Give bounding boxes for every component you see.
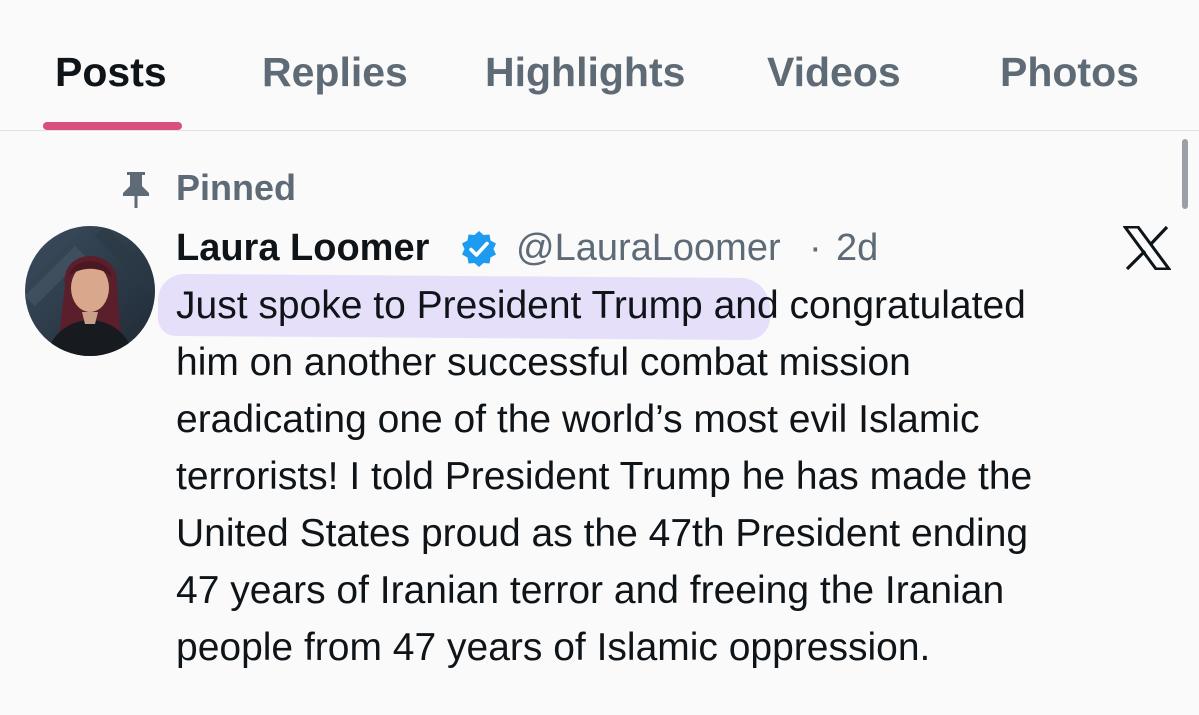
post-body-line: Just spoke to President Trump and congra… — [176, 284, 1026, 327]
post-body-line: 47 years of Iranian terror and freeing t… — [176, 569, 1005, 612]
author-handle[interactable]: @LauraLoomer — [516, 222, 781, 274]
active-tab-indicator — [43, 122, 182, 130]
profile-tab-bar: Posts Replies Highlights Videos Photos — [0, 0, 1199, 131]
post-body-line: United States proud as the 47th Presiden… — [176, 512, 1029, 555]
pinned-label: Pinned — [176, 167, 297, 208]
verified-badge-icon — [462, 231, 496, 267]
post-body: Just spoke to President Trump and congra… — [176, 277, 1166, 676]
scrollbar-thumb[interactable] — [1182, 139, 1188, 209]
tab-videos[interactable]: Videos — [767, 48, 901, 96]
post-timestamp[interactable]: 2d — [836, 222, 878, 274]
tab-photos[interactable]: Photos — [1000, 48, 1139, 96]
post-body-line: him on another successful combat mission — [176, 341, 911, 384]
post-body-line: people from 47 years of Islamic oppressi… — [176, 626, 931, 669]
post-body-line: eradicating one of the world’s most evil… — [176, 398, 980, 441]
tab-posts[interactable]: Posts — [55, 48, 167, 96]
author-name[interactable]: Laura Loomer — [176, 222, 429, 274]
tab-replies[interactable]: Replies — [262, 48, 408, 96]
pin-icon — [123, 172, 149, 208]
avatar[interactable] — [25, 226, 155, 356]
separator-dot: · — [809, 227, 822, 269]
post-body-line: terrorists! I told President Trump he ha… — [176, 455, 1033, 498]
tab-highlights[interactable]: Highlights — [485, 48, 685, 96]
x-logo-icon[interactable] — [1123, 226, 1171, 270]
